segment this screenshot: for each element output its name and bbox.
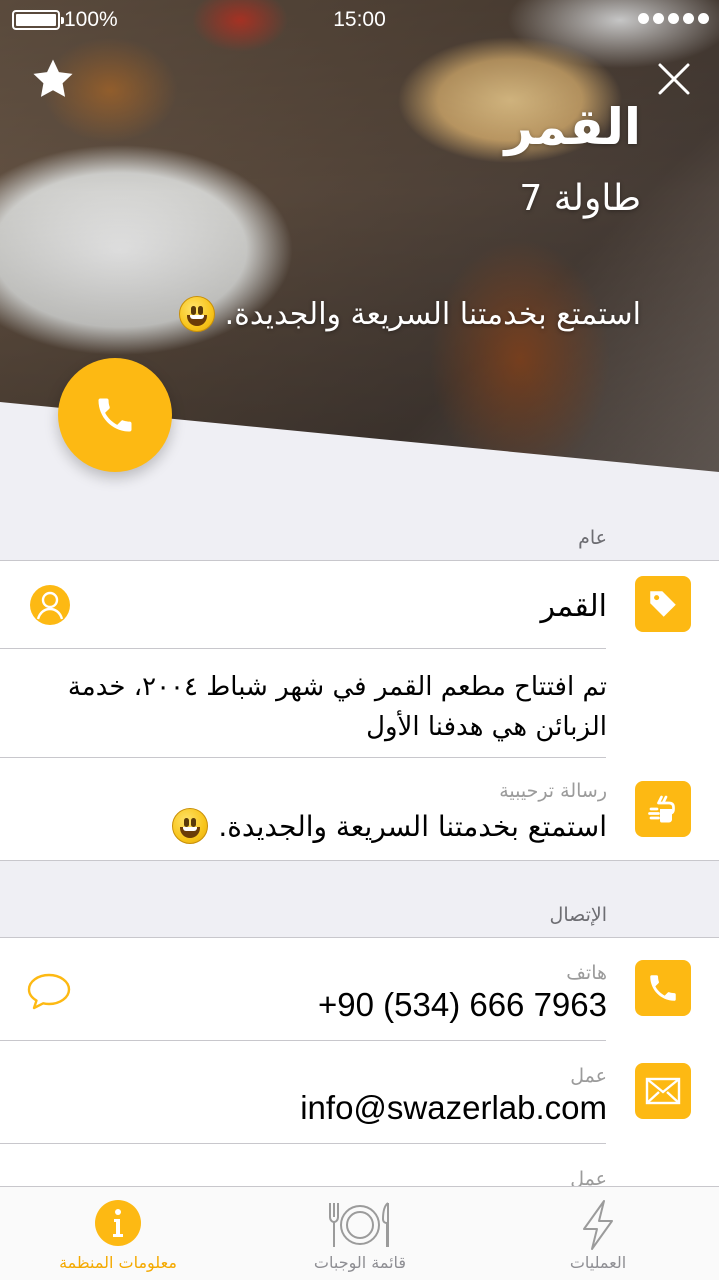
phone-label: هاتف <box>566 962 607 984</box>
tag-icon <box>635 576 691 632</box>
info-icon <box>94 1199 142 1251</box>
tab-bar: معلومات المنظمة قائمة الوجبات العمليات <box>0 1186 719 1280</box>
welcome-message-row[interactable]: رسالة ترحيبية استمتع بخدمتنا السريعة وال… <box>0 758 719 862</box>
message-bubble-icon[interactable] <box>26 972 72 1012</box>
welcome-label: رسالة ترحيبية <box>499 780 607 802</box>
phone-row[interactable]: هاتف +90 (534) 666 7963 <box>0 938 719 1040</box>
status-time: 15:00 <box>333 8 386 31</box>
hero-welcome-message: استمتع بخدمتنا السريعة والجديدة. <box>178 296 641 332</box>
description-row: تم افتتاح مطعم القمر في شهر شباط ٢٠٠٤، خ… <box>0 649 719 757</box>
contact-card: هاتف +90 (534) 666 7963 عمل info@swazerl… <box>0 937 719 1197</box>
tab-label-meal-menu: قائمة الوجبات <box>313 1253 407 1272</box>
hero-welcome-text: استمتع بخدمتنا السريعة والجديدة. <box>224 296 641 332</box>
name-value: القمر <box>540 589 607 624</box>
signal-icon <box>638 13 709 24</box>
section-header-contact: الإتصال <box>549 904 607 926</box>
lightning-icon <box>578 1199 618 1255</box>
tab-meal-menu[interactable]: قائمة الوجبات <box>270 1187 450 1280</box>
mail-icon[interactable] <box>635 1063 691 1119</box>
plate-cutlery-icon <box>322 1199 398 1255</box>
name-row[interactable]: القمر <box>0 561 719 648</box>
welcome-value: استمتع بخدمتنا السريعة والجديدة. <box>172 808 607 844</box>
tab-label-organization-info: معلومات المنظمة <box>59 1253 177 1272</box>
phone-icon <box>98 398 132 432</box>
smiley-emoji-icon <box>172 808 209 844</box>
close-icon[interactable] <box>657 62 691 96</box>
favorite-star-icon[interactable] <box>30 56 76 102</box>
hand-wave-icon <box>635 781 691 837</box>
call-waiter-button[interactable] <box>58 358 172 472</box>
phone-value: +90 (534) 666 7963 <box>318 986 607 1023</box>
general-card: القمر تم افتتاح مطعم القمر في شهر شباط ٢… <box>0 560 719 861</box>
restaurant-title: القمر <box>504 98 641 156</box>
email-label: عمل <box>570 1065 607 1087</box>
email-row[interactable]: عمل info@swazerlab.com <box>0 1041 719 1143</box>
screen: 100% 15:00 القمر طاولة 7 استمتع بخدمتنا … <box>0 0 719 1280</box>
status-bar: 100% 15:00 <box>0 0 719 40</box>
table-number: طاولة 7 <box>519 178 641 219</box>
tab-operations[interactable]: العمليات <box>508 1187 688 1280</box>
welcome-value-text: استمتع بخدمتنا السريعة والجديدة. <box>218 809 607 843</box>
tab-organization-info[interactable]: معلومات المنظمة <box>28 1187 208 1280</box>
user-profile-icon[interactable] <box>28 583 72 627</box>
smiley-emoji-icon <box>178 296 215 332</box>
tab-label-operations: العمليات <box>569 1253 627 1272</box>
email-value: info@swazerlab.com <box>300 1089 607 1126</box>
section-header-general: عام <box>578 527 607 549</box>
description-text: تم افتتاح مطعم القمر في شهر شباط ٢٠٠٤، خ… <box>67 672 607 742</box>
phone-icon[interactable] <box>635 960 691 1016</box>
